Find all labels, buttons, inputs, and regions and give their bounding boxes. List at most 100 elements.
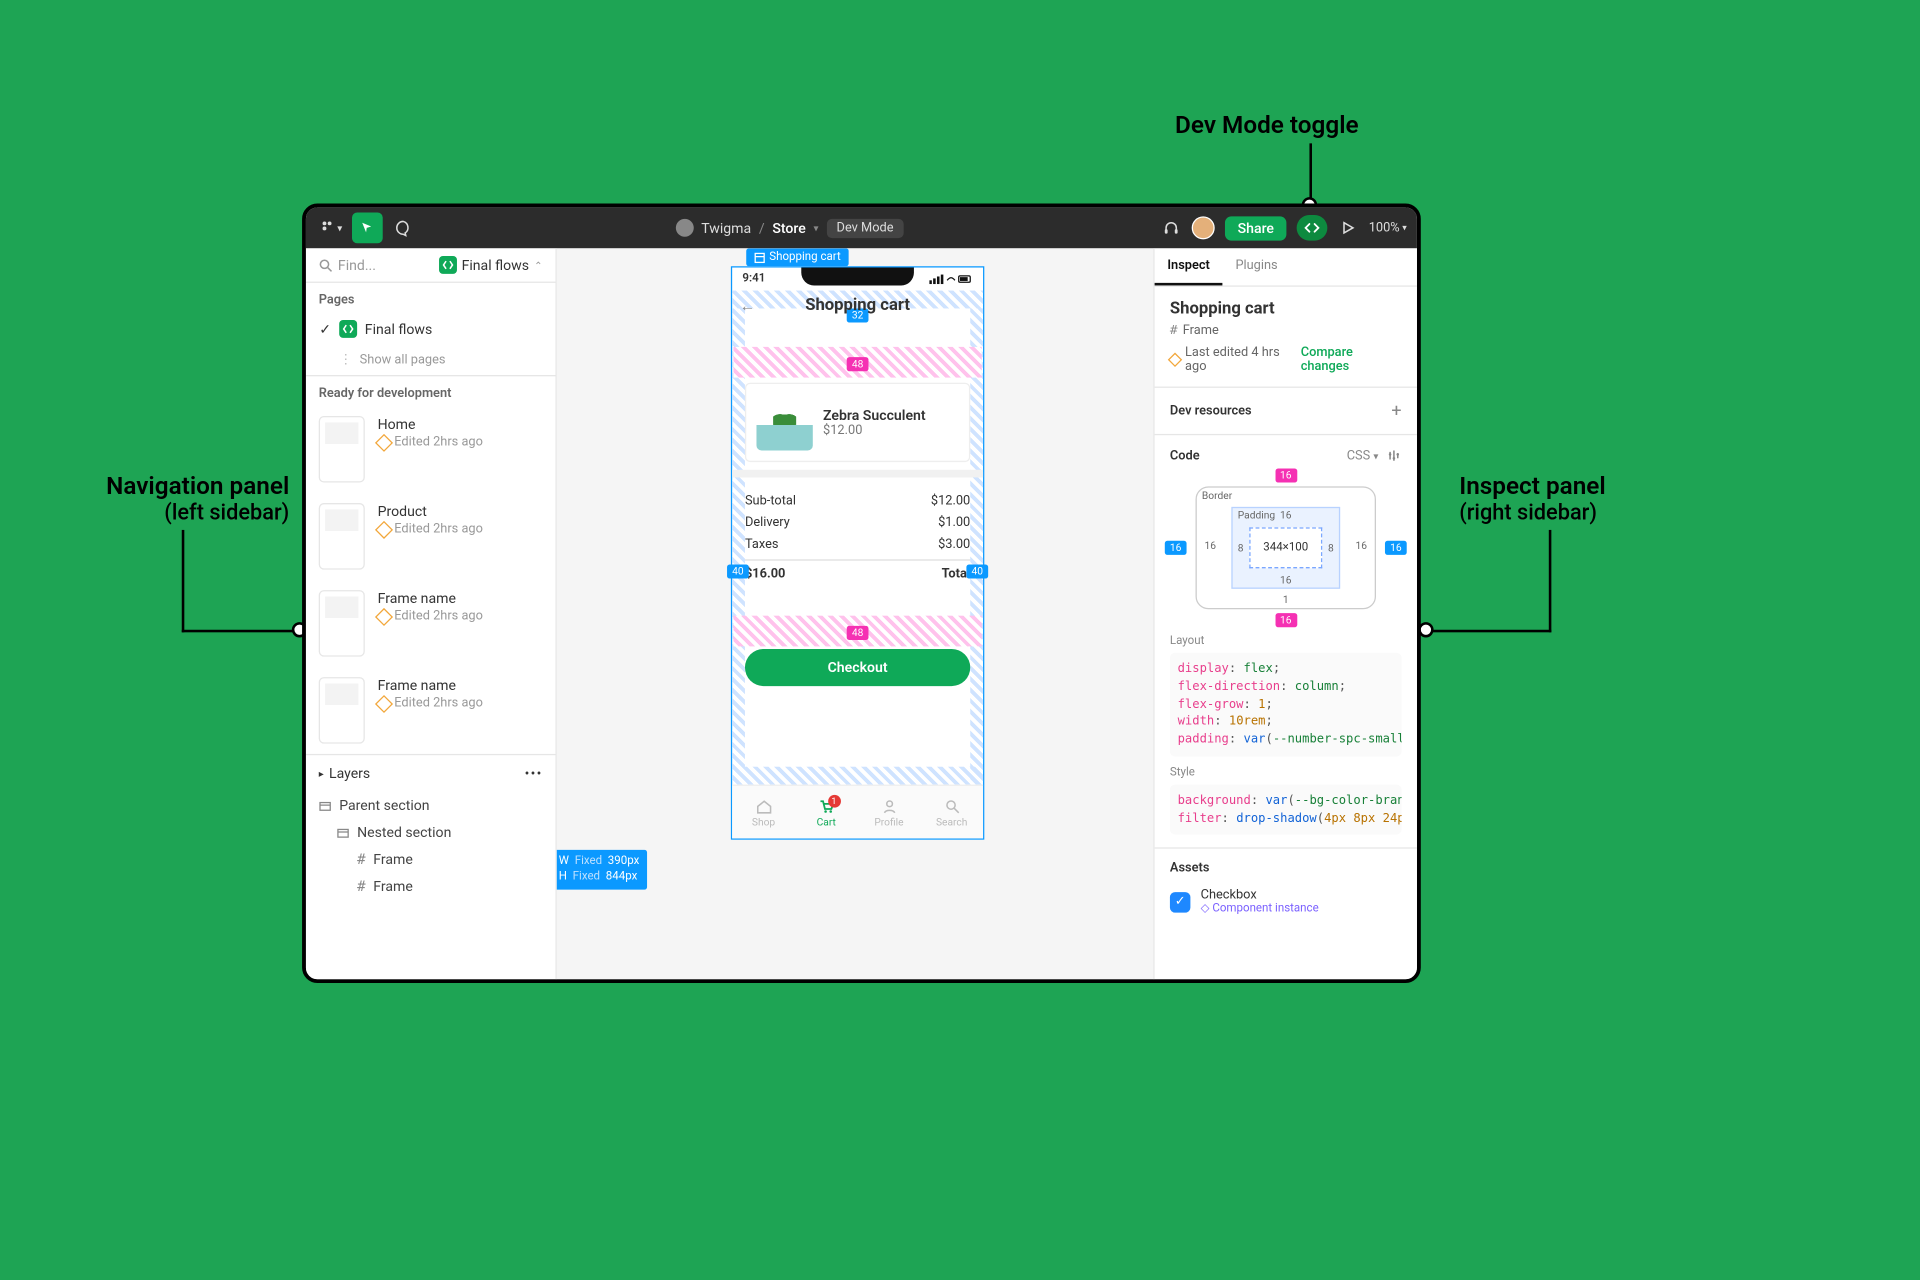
section-icon	[337, 826, 350, 839]
style-label: Style	[1170, 767, 1402, 780]
status-diamond-icon	[375, 607, 393, 625]
devready-icon	[439, 256, 457, 274]
annotation-nav: Navigation panel (left sidebar)	[46, 471, 289, 526]
frame-label[interactable]: Shopping cart	[746, 248, 848, 266]
frame-thumbnail	[319, 416, 365, 483]
back-arrow-icon[interactable]: ←	[740, 297, 755, 315]
top-toolbar: ▾ Twigma / Store ▾ Dev Mode Share	[306, 207, 1417, 248]
figma-menu-button[interactable]: ▾	[316, 212, 347, 243]
frame-thumbnail	[319, 590, 365, 657]
search-input[interactable]: Find...	[338, 257, 376, 274]
status-diamond-icon	[1168, 353, 1182, 367]
file-name[interactable]: Store	[772, 220, 805, 237]
layer-parent-section[interactable]: Parent section	[306, 792, 556, 819]
device-notch	[801, 268, 914, 286]
search-icon	[319, 258, 333, 272]
tab-plugins[interactable]: Plugins	[1223, 248, 1291, 285]
status-diamond-icon	[375, 694, 393, 712]
layer-frame[interactable]: # Frame	[306, 846, 556, 873]
inspect-panel: Inspect Plugins Shopping cart # Frame Las…	[1153, 248, 1417, 979]
checkbox-icon: ✓	[1170, 892, 1190, 912]
code-label: Code	[1170, 449, 1200, 463]
move-tool-button[interactable]	[352, 212, 383, 243]
devready-icon	[339, 320, 357, 338]
layer-frame[interactable]: # Frame	[306, 873, 556, 900]
tab-inspect[interactable]: Inspect	[1155, 248, 1223, 285]
show-all-pages[interactable]: ⋮ Show all pages	[306, 346, 556, 375]
app-window: ▾ Twigma / Store ▾ Dev Mode Share	[302, 204, 1421, 984]
page-selector[interactable]: Final flows ⌃	[439, 256, 543, 274]
annotation-line	[182, 530, 185, 632]
code-lang-select[interactable]: CSS ▾	[1347, 449, 1379, 463]
layer-nested-section[interactable]: Nested section	[306, 819, 556, 846]
frame-thumb-generic[interactable]: Frame name Edited 2hrs ago	[306, 667, 556, 754]
annotation-line	[1428, 630, 1551, 633]
box-model: 16 16 16 16 Border 16 16 1 Padding 8 8 1…	[1170, 471, 1402, 625]
status-icons	[929, 274, 973, 284]
tab-search[interactable]: Search	[920, 786, 983, 838]
spacing-chip: 40	[966, 564, 988, 578]
device-frame[interactable]: 9:41 32 ← Shopping cart 48 Zeb	[731, 266, 984, 839]
layout-label: Layout	[1170, 635, 1402, 648]
asset-checkbox[interactable]: ✓ Checkbox ◇ Component instance	[1170, 884, 1402, 921]
settings-icon[interactable]	[1386, 448, 1401, 463]
frame-thumbnail	[319, 677, 365, 744]
status-diamond-icon	[375, 520, 393, 538]
spacing-chip: 48	[847, 357, 869, 371]
devmode-toggle[interactable]	[1297, 215, 1328, 241]
frame-thumbnail	[319, 503, 365, 570]
team-avatar-icon	[676, 219, 694, 237]
frame-thumb-home[interactable]: Home Edited 2hrs ago	[306, 406, 556, 493]
frame-size-label: W Fixed 390px H Fixed 844px	[557, 850, 647, 890]
screen-title: ← Shopping cart	[732, 291, 983, 320]
selection-title: Shopping cart	[1170, 300, 1402, 319]
last-edited: Last edited 4 hrs ago	[1185, 346, 1301, 374]
layers-more-icon[interactable]: •••	[525, 765, 543, 782]
canvas[interactable]: Shopping cart 9:41 32 ← Shopp	[557, 248, 1153, 979]
present-icon[interactable]	[1338, 218, 1358, 238]
section-icon	[319, 799, 332, 812]
frame-icon: #	[357, 878, 365, 895]
annotation-line	[1309, 143, 1312, 204]
cart-badge: 1	[828, 794, 841, 807]
navigation-panel: Find... Final flows ⌃ Pages ✓ Final flow…	[306, 248, 557, 979]
layers-label[interactable]: Layers	[329, 765, 370, 782]
dev-resources-label: Dev resources	[1170, 404, 1252, 418]
tab-shop[interactable]: Shop	[732, 786, 795, 838]
pages-label: Pages	[306, 283, 556, 312]
frame-thumb-product[interactable]: Product Edited 2hrs ago	[306, 493, 556, 580]
spacing-chip: 48	[847, 626, 869, 640]
annotation-line	[182, 630, 297, 633]
zoom-level[interactable]: 100%▾	[1369, 221, 1407, 235]
selection-type: Frame	[1183, 324, 1219, 338]
annotation-line	[1549, 530, 1552, 632]
frame-icon: #	[1170, 324, 1178, 338]
totals-block: Sub-total$12.00 Delivery$1.00 Taxes$3.00…	[745, 490, 970, 585]
project-name[interactable]: Twigma	[701, 220, 751, 237]
cart-item-card[interactable]: Zebra Succulent $12.00	[745, 383, 970, 462]
annotation-inspect: Inspect panel (right sidebar)	[1459, 471, 1605, 526]
tab-cart[interactable]: 1 Cart	[795, 786, 858, 838]
tab-profile[interactable]: Profile	[858, 786, 921, 838]
headphones-icon[interactable]	[1161, 218, 1181, 238]
page-item-final-flows[interactable]: ✓ Final flows	[306, 312, 556, 345]
assets-label: Assets	[1170, 862, 1402, 876]
mode-badge: Dev Mode	[826, 218, 903, 237]
comment-tool-button[interactable]	[388, 212, 419, 243]
user-avatar[interactable]	[1192, 216, 1215, 239]
frame-thumb-generic[interactable]: Frame name Edited 2hrs ago	[306, 580, 556, 667]
checkout-button[interactable]: Checkout	[745, 649, 970, 686]
share-button[interactable]: Share	[1225, 216, 1287, 240]
component-icon: ◇	[1201, 903, 1210, 916]
product-image	[756, 394, 812, 450]
layout-code[interactable]: display: flex; flex-direction: column; f…	[1170, 653, 1402, 756]
tab-bar: Shop 1 Cart Profile	[732, 785, 983, 839]
add-resource-button[interactable]: +	[1391, 401, 1401, 421]
compare-changes-link[interactable]: Compare changes	[1301, 346, 1402, 374]
status-diamond-icon	[375, 433, 393, 451]
annotation-devmode: Dev Mode toggle	[1175, 110, 1359, 139]
ready-label: Ready for development	[306, 376, 556, 405]
spacing-chip: 40	[727, 564, 749, 578]
frame-icon: #	[357, 851, 365, 868]
style-code[interactable]: background: var(--bg-color-brand, ▮ #976…	[1170, 784, 1402, 835]
